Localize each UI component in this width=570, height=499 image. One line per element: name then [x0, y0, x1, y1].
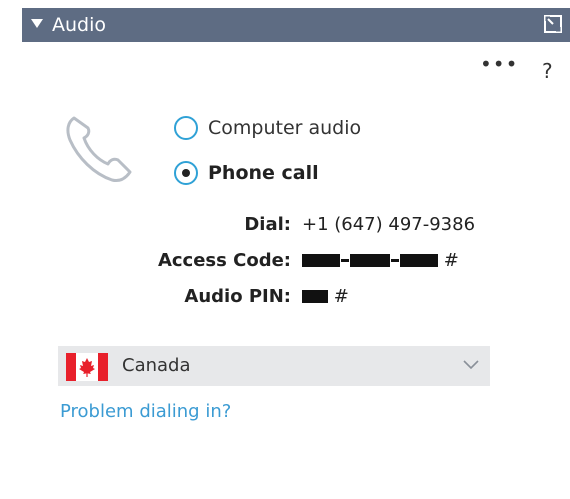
- radio-button[interactable]: [174, 116, 198, 140]
- dial-label: Dial:: [244, 214, 291, 235]
- redacted-block: [302, 253, 340, 267]
- more-options-icon[interactable]: •••: [480, 54, 518, 74]
- left-gutter: [0, 0, 22, 499]
- audio-panel: Audio ••• ? Computer audio Phone call Di…: [22, 0, 570, 499]
- dial-number: +1 (647) 497-9386: [302, 214, 476, 235]
- access-code-label: Access Code:: [157, 250, 291, 271]
- radio-label: Computer audio: [208, 117, 362, 139]
- redacted-block: [341, 258, 349, 262]
- audio-pin-label: Audio PIN:: [184, 286, 291, 307]
- country-name: Canada: [122, 355, 191, 376]
- access-code-value: #: [302, 250, 459, 271]
- dial-row: Dial: +1 (647) 497-9386: [22, 214, 570, 242]
- phone-handset-icon: [66, 116, 132, 182]
- radio-phone-call[interactable]: Phone call: [174, 161, 319, 185]
- redacted-block: [391, 258, 399, 262]
- popout-icon[interactable]: [544, 15, 562, 33]
- chevron-down-icon[interactable]: [462, 359, 480, 371]
- problem-dialing-link[interactable]: Problem dialing in?: [60, 401, 231, 422]
- panel-header[interactable]: Audio: [22, 8, 570, 42]
- audio-pin-row: Audio PIN: #: [22, 286, 570, 314]
- radio-computer-audio[interactable]: Computer audio: [174, 116, 361, 140]
- access-code-suffix: #: [443, 250, 459, 271]
- country-dropdown[interactable]: Canada: [58, 346, 490, 386]
- redacted-block: [400, 253, 438, 267]
- collapse-caret-icon[interactable]: [31, 19, 43, 28]
- radio-button-selected[interactable]: [174, 161, 198, 185]
- canada-flag-icon: [66, 353, 108, 381]
- redacted-block: [350, 253, 390, 267]
- audio-pin-suffix: #: [333, 286, 349, 307]
- access-code-row: Access Code: #: [22, 250, 570, 278]
- audio-pin-value: #: [302, 286, 349, 307]
- help-icon[interactable]: ?: [542, 60, 553, 82]
- radio-label: Phone call: [208, 162, 319, 184]
- panel-title: Audio: [52, 14, 107, 36]
- redacted-block: [302, 289, 328, 303]
